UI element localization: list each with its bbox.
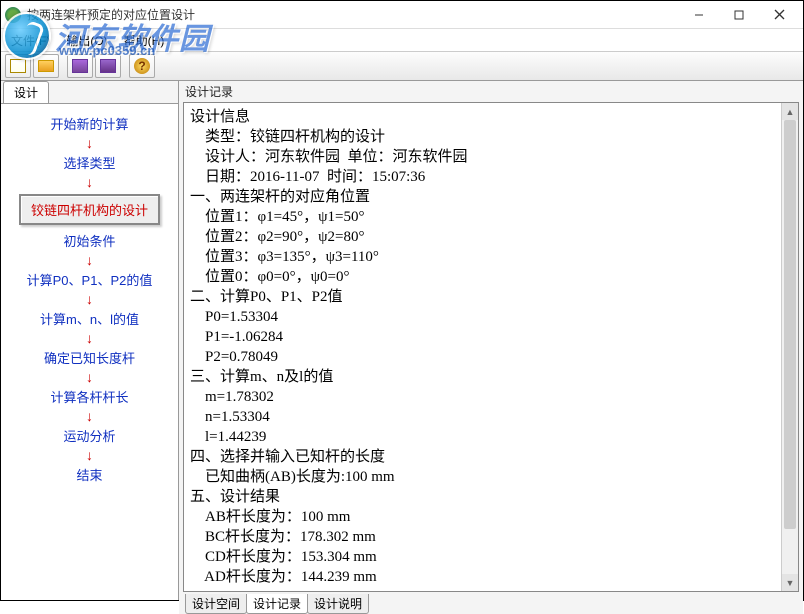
new-doc-icon: [10, 59, 26, 73]
sec4-known: 已知曲柄(AB)长度为:100 mm: [190, 469, 395, 485]
scroll-up-button[interactable]: ▲: [782, 103, 798, 120]
tab-design-desc[interactable]: 设计说明: [307, 594, 369, 614]
type-value: 铰链四杆机构的设计: [250, 129, 385, 145]
time-value: 15:07:36: [372, 169, 425, 185]
tool-action1-button[interactable]: [67, 54, 93, 78]
tab-design-space[interactable]: 设计空间: [185, 594, 247, 614]
sec5-cd: CD杆长度为：153.304 mm: [190, 549, 377, 565]
step-calc-mnl[interactable]: 计算m、n、l的值: [40, 309, 139, 328]
left-tab-design[interactable]: 设计: [3, 81, 49, 103]
sec3-l: l=1.44239: [190, 429, 266, 445]
flow-chart: 开始新的计算 ↓ 选择类型 ↓ 铰链四杆机构的设计 初始条件 ↓ 计算P0、P1…: [1, 103, 178, 600]
step-known-rod[interactable]: 确定已知长度杆: [44, 348, 135, 367]
left-panel: 设计 开始新的计算 ↓ 选择类型 ↓ 铰链四杆机构的设计 初始条件 ↓ 计算P0…: [1, 81, 179, 600]
menubar: 文件(F) 输出(O) 帮助(H): [1, 29, 803, 51]
tool-help-button[interactable]: ?: [129, 54, 155, 78]
sec2-p0: P0=1.53304: [190, 309, 278, 325]
sec4-heading: 四、选择并输入已知杆的长度: [190, 449, 385, 465]
sec5-ad: AD杆长度为：144.239 mm: [190, 569, 377, 585]
designer-label: 设计人：: [190, 149, 265, 165]
date-label: 日期：: [190, 169, 250, 185]
help-icon: ?: [134, 58, 150, 74]
scroll-down-button[interactable]: ▼: [782, 574, 798, 591]
arrow-icon: ↓: [86, 448, 93, 462]
arrow-icon: ↓: [86, 253, 93, 267]
info-heading: 设计信息: [190, 109, 250, 125]
record-content: 设计信息 类型：铰链四杆机构的设计 设计人：河东软件园 单位：河东软件园 日期：…: [184, 103, 781, 591]
arrow-icon: ↓: [86, 331, 93, 345]
window-title: 按两连架杆预定的对应位置设计: [27, 6, 679, 23]
vertical-scrollbar[interactable]: ▲ ▼: [781, 103, 798, 591]
sec5-ab: AB杆长度为：100 mm: [190, 509, 350, 525]
folder-icon: [38, 60, 54, 72]
step-select-type[interactable]: 选择类型: [63, 153, 115, 172]
unit-label: 单位：: [340, 149, 393, 165]
step-initial-cond[interactable]: 初始条件: [63, 231, 115, 250]
purple-icon: [72, 59, 88, 73]
sec2-p1: P1=-1.06284: [190, 329, 283, 345]
app-icon: [5, 7, 21, 23]
menu-output[interactable]: 输出(O): [60, 30, 113, 51]
step-end[interactable]: 结束: [76, 465, 102, 484]
sec1-pos2: 位置2：φ2=90°，ψ2=80°: [190, 229, 364, 245]
bottom-tabs: 设计空间 设计记录 设计说明: [179, 594, 803, 614]
maximize-button[interactable]: [719, 3, 759, 27]
toolbar: ?: [1, 51, 803, 81]
sec3-n: n=1.53304: [190, 409, 270, 425]
date-value: 2016-11-07: [250, 169, 319, 185]
unit-value: 河东软件园: [393, 149, 468, 165]
tool-new-button[interactable]: [5, 54, 31, 78]
sec1-pos0: 位置0：φ0=0°，ψ0=0°: [190, 269, 349, 285]
tool-action2-button[interactable]: [95, 54, 121, 78]
scroll-track[interactable]: [782, 120, 798, 574]
purple2-icon: [100, 59, 116, 73]
record-header: 设计记录: [179, 81, 803, 102]
scroll-thumb[interactable]: [784, 120, 796, 529]
step-motion-analysis[interactable]: 运动分析: [63, 426, 115, 445]
type-label: 类型：: [190, 129, 250, 145]
sec1-pos1: 位置1：φ1=45°，ψ1=50°: [190, 209, 364, 225]
titlebar: 按两连架杆预定的对应位置设计: [1, 1, 803, 29]
time-label: 时间：: [319, 169, 372, 185]
close-button[interactable]: [759, 3, 799, 27]
arrow-icon: ↓: [86, 370, 93, 384]
arrow-icon: ↓: [86, 136, 93, 150]
step-current-design[interactable]: 铰链四杆机构的设计: [19, 194, 160, 225]
step-calc-lengths[interactable]: 计算各杆杆长: [50, 387, 128, 406]
sec1-pos3: 位置3：φ3=135°，ψ3=110°: [190, 249, 379, 265]
sec5-bc: BC杆长度为：178.302 mm: [190, 529, 376, 545]
sec5-heading: 五、设计结果: [190, 489, 280, 505]
step-start[interactable]: 开始新的计算: [50, 114, 128, 133]
sec2-heading: 二、计算P0、P1、P2值: [190, 289, 343, 305]
minimize-button[interactable]: [679, 3, 719, 27]
sec3-m: m=1.78302: [190, 389, 274, 405]
menu-help[interactable]: 帮助(H): [118, 30, 171, 51]
tab-design-record[interactable]: 设计记录: [246, 594, 308, 614]
arrow-icon: ↓: [86, 409, 93, 423]
sec3-heading: 三、计算m、n及l的值: [190, 369, 333, 385]
sec1-heading: 一、两连架杆的对应角位置: [190, 189, 370, 205]
menu-file[interactable]: 文件(F): [5, 30, 56, 51]
arrow-icon: ↓: [86, 175, 93, 189]
arrow-icon: ↓: [86, 292, 93, 306]
designer-value: 河东软件园: [265, 149, 340, 165]
right-panel: 设计记录 设计信息 类型：铰链四杆机构的设计 设计人：河东软件园 单位：河东软件…: [179, 81, 803, 600]
step-calc-p[interactable]: 计算P0、P1、P2的值: [27, 270, 153, 289]
tool-open-button[interactable]: [33, 54, 59, 78]
sec2-p2: P2=0.78049: [190, 349, 278, 365]
